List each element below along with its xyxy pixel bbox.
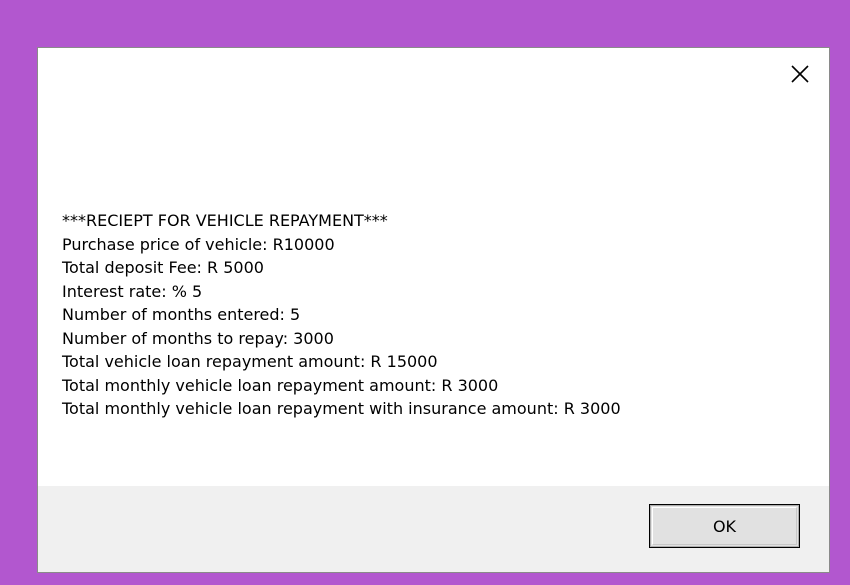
receipt-line-monthly-repayment: Total monthly vehicle loan repayment amo… [62, 375, 499, 395]
close-icon [791, 65, 809, 83]
receipt-line-purchase-price: Purchase price of vehicle: R10000 [62, 234, 335, 254]
receipt-line-months-entered: Number of months entered: 5 [62, 305, 301, 324]
message-box-dialog: ***RECIEPT FOR VEHICLE REPAYMENT*** Purc… [37, 47, 830, 573]
receipt-line-interest-rate: Interest rate: % 5 [62, 281, 203, 301]
receipt-line-months-to-repay: Number of months to repay: 3000 [62, 328, 334, 348]
receipt-title: ***RECIEPT FOR VEHICLE REPAYMENT*** [62, 211, 388, 230]
dialog-footer: OK [38, 486, 829, 572]
receipt-line-deposit: Total deposit Fee: R 5000 [62, 258, 264, 277]
ok-button[interactable]: OK [649, 504, 800, 548]
receipt-message: ***RECIEPT FOR VEHICLE REPAYMENT*** Purc… [62, 209, 621, 421]
receipt-line-total-repayment: Total vehicle loan repayment amount: R 1… [62, 352, 438, 371]
receipt-line-monthly-with-insurance: Total monthly vehicle loan repayment wit… [62, 399, 621, 418]
desktop-background: { "dialog": { "close_label": "Close", "m… [0, 0, 850, 585]
close-button[interactable] [777, 54, 823, 94]
